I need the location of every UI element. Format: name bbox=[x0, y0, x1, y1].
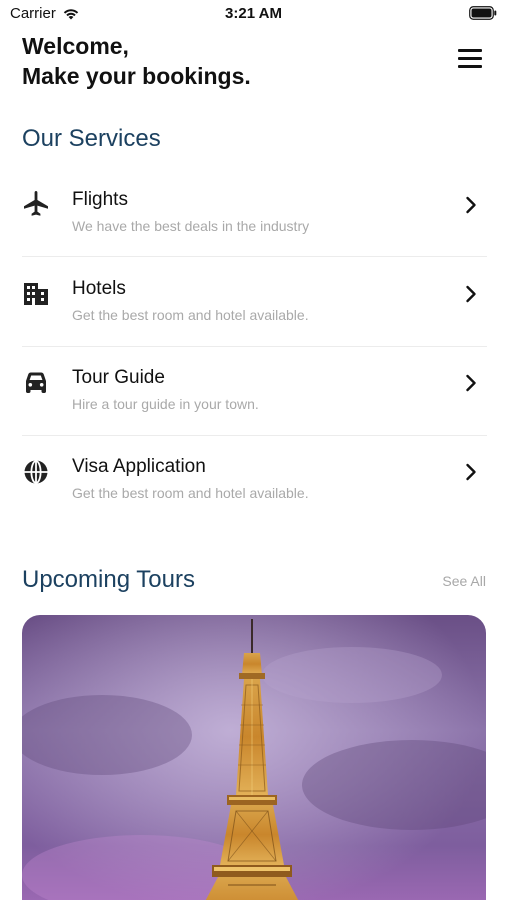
see-all-link[interactable]: See All bbox=[442, 573, 486, 589]
divider bbox=[22, 346, 487, 347]
car-icon bbox=[26, 372, 46, 393]
service-subtitle: Hire a tour guide in your town. bbox=[72, 396, 259, 412]
chevron-right-icon bbox=[466, 196, 476, 214]
service-subtitle: We have the best deals in the industry bbox=[72, 218, 310, 234]
service-title: Hotels bbox=[72, 278, 126, 299]
airplane-icon bbox=[24, 191, 48, 216]
tours-section-title: Upcoming Tours bbox=[22, 566, 195, 593]
chevron-right-icon bbox=[466, 285, 476, 303]
status-time: 3:21 AM bbox=[225, 5, 282, 22]
divider bbox=[22, 435, 487, 436]
welcome-line-2: Make your bookings. bbox=[22, 63, 251, 89]
divider bbox=[22, 256, 487, 257]
welcome-line-1: Welcome, bbox=[22, 33, 129, 59]
service-subtitle: Get the best room and hotel available. bbox=[72, 485, 309, 501]
building-icon bbox=[24, 283, 48, 305]
chevron-right-icon bbox=[466, 463, 476, 481]
tour-card[interactable] bbox=[22, 615, 486, 900]
service-item-visa-application[interactable]: Visa Application Get the best room and h… bbox=[22, 442, 487, 531]
welcome-heading: Welcome, Make your bookings. bbox=[22, 31, 251, 91]
battery-icon bbox=[469, 6, 497, 20]
service-title: Visa Application bbox=[72, 456, 206, 477]
menu-button[interactable] bbox=[458, 47, 483, 69]
service-subtitle: Get the best room and hotel available. bbox=[72, 307, 309, 323]
service-title: Flights bbox=[72, 189, 128, 210]
service-title: Tour Guide bbox=[72, 367, 165, 388]
globe-icon bbox=[24, 460, 48, 484]
service-item-flights[interactable]: Flights We have the best deals in the in… bbox=[22, 175, 487, 264]
eiffel-tower-image bbox=[22, 615, 486, 900]
status-bar: Carrier 3:21 AM bbox=[0, 0, 507, 28]
services-section-title: Our Services bbox=[22, 125, 161, 152]
chevron-right-icon bbox=[466, 374, 476, 392]
service-item-tour-guide[interactable]: Tour Guide Hire a tour guide in your tow… bbox=[22, 353, 487, 442]
app-screen: Carrier 3:21 AM Welcome, Make your booki… bbox=[0, 0, 507, 900]
service-item-hotels[interactable]: Hotels Get the best room and hotel avail… bbox=[22, 264, 487, 353]
